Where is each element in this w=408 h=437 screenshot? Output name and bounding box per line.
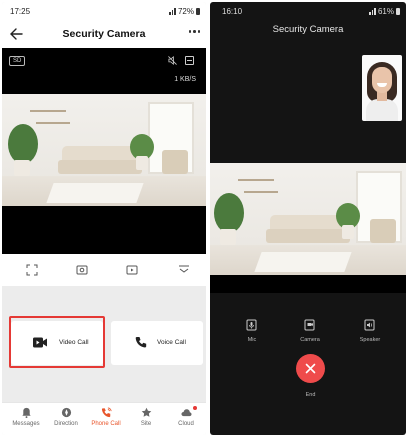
battery-percent: 61% bbox=[377, 7, 394, 16]
more-options-icon[interactable] bbox=[188, 30, 200, 33]
star-icon bbox=[141, 407, 151, 417]
camera-feed-image bbox=[2, 94, 206, 206]
tab-messages[interactable]: Messages bbox=[6, 407, 46, 427]
end-call-label: End bbox=[305, 392, 316, 398]
expand-menu-icon[interactable] bbox=[178, 264, 190, 276]
quality-badge[interactable]: SD bbox=[9, 56, 26, 66]
battery-icon bbox=[396, 8, 400, 15]
phone-icon bbox=[135, 337, 147, 348]
status-bar: 17:25 72% bbox=[2, 2, 206, 20]
speaker-button[interactable]: Speaker bbox=[350, 319, 390, 343]
mic-icon bbox=[246, 319, 257, 331]
left-phone-screen: 17:25 72% Security Camera SD 1 KB/S Vide… bbox=[2, 2, 206, 435]
speaker-icon bbox=[364, 319, 375, 331]
tab-label: Phone Call bbox=[91, 421, 121, 427]
battery-icon bbox=[196, 8, 200, 15]
end-call-button[interactable] bbox=[296, 354, 325, 383]
right-phone-screen: 16:10 61% Security Camera Mic Camera Spe… bbox=[210, 2, 406, 435]
camera-controls bbox=[2, 254, 206, 286]
tab-site[interactable]: Site bbox=[126, 407, 166, 427]
call-options: Video Call Voice Call bbox=[2, 286, 206, 402]
close-icon bbox=[305, 363, 316, 374]
app-header: Security Camera bbox=[2, 20, 206, 48]
camera-icon bbox=[304, 319, 315, 331]
status-time: 16:10 bbox=[222, 7, 243, 16]
phone-call-icon bbox=[101, 407, 111, 418]
compass-icon bbox=[61, 407, 71, 418]
camera-label: Camera bbox=[300, 337, 320, 343]
voice-call-label: Voice Call bbox=[157, 339, 186, 346]
highlight-box bbox=[9, 316, 105, 368]
record-icon[interactable] bbox=[185, 56, 194, 65]
tab-label: Messages bbox=[12, 421, 40, 427]
screenshot-icon[interactable] bbox=[76, 264, 88, 276]
mic-button[interactable]: Mic bbox=[232, 319, 272, 343]
mic-label: Mic bbox=[247, 337, 257, 343]
bottom-tab-bar: Messages Direction Phone Call Site Cloud bbox=[2, 402, 206, 435]
camera-feed-image bbox=[210, 163, 406, 275]
bell-icon bbox=[21, 407, 31, 418]
battery-percent: 72% bbox=[177, 7, 194, 16]
fullscreen-icon[interactable] bbox=[26, 264, 38, 276]
cloud-icon bbox=[180, 409, 192, 417]
status-time: 17:25 bbox=[10, 7, 31, 16]
tab-label: Cloud bbox=[178, 421, 194, 427]
video-letterbox bbox=[210, 275, 406, 293]
tab-cloud[interactable]: Cloud bbox=[166, 406, 206, 427]
tab-phone-call[interactable]: Phone Call bbox=[86, 407, 126, 427]
call-title: Security Camera bbox=[272, 24, 344, 35]
page-title: Security Camera bbox=[62, 28, 146, 40]
self-view-preview[interactable] bbox=[362, 55, 402, 121]
status-bar: 16:10 61% bbox=[210, 2, 406, 20]
notification-dot bbox=[193, 406, 197, 410]
camera-button[interactable]: Camera bbox=[290, 319, 330, 343]
bitrate-readout: 1 KB/S bbox=[174, 76, 196, 83]
speaker-label: Speaker bbox=[359, 337, 381, 343]
voice-call-button[interactable]: Voice Call bbox=[111, 321, 203, 365]
mute-icon[interactable] bbox=[168, 56, 177, 65]
tab-direction[interactable]: Direction bbox=[46, 407, 86, 427]
tab-label: Site bbox=[140, 421, 152, 427]
video-record-icon[interactable] bbox=[126, 264, 138, 276]
signal-icon bbox=[169, 8, 176, 15]
tab-label: Direction bbox=[54, 421, 78, 427]
signal-icon bbox=[369, 8, 376, 15]
